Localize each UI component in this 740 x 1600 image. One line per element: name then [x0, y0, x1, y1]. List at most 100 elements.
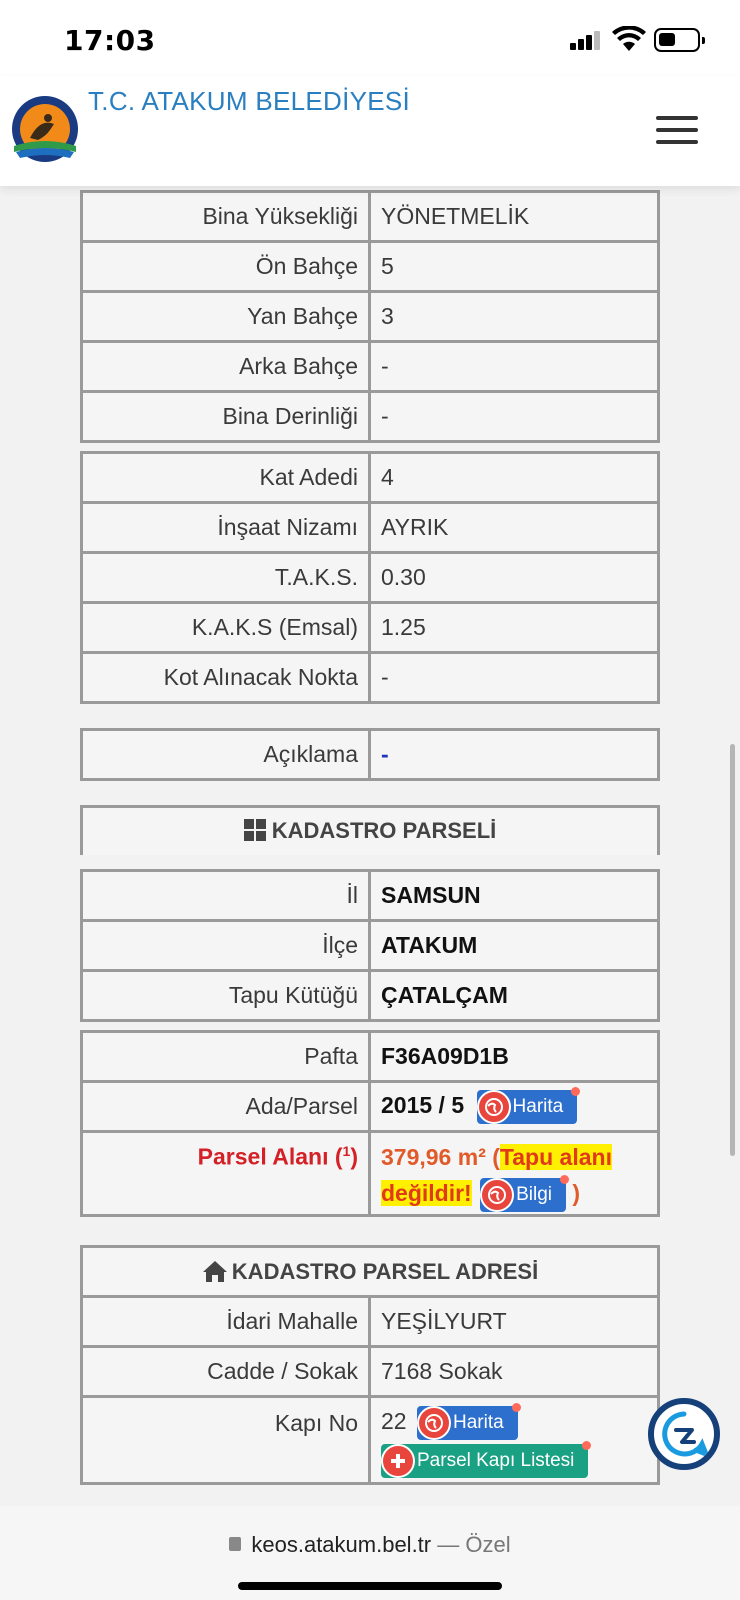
globe-icon: [476, 1089, 511, 1124]
table-row: Ön Bahçe 5: [80, 240, 660, 293]
row-value: 2015 / 5: [381, 1091, 465, 1118]
row-label: Kot Alınacak Nokta: [80, 651, 371, 704]
table-row: Parsel Alanı (1) 379,96 m² (Tapu alanı d…: [80, 1130, 660, 1217]
status-time: 17:03: [64, 24, 156, 57]
table-row: Cadde / Sokak 7168 Sokak: [80, 1345, 660, 1398]
row-label: Ada/Parsel: [80, 1080, 371, 1133]
row-value: YÖNETMELİK: [368, 190, 660, 243]
row-value: 3: [368, 290, 660, 343]
row-value: 4: [368, 451, 660, 504]
row-label: Kapı No: [80, 1395, 371, 1485]
site-header: T.C. ATAKUM BELEDİYESİ: [0, 76, 740, 186]
parcel-door-list-button[interactable]: Parsel Kapı Listesi: [381, 1440, 592, 1478]
row-label: Tapu Kütüğü: [80, 969, 371, 1022]
tapu-note-2: değildir!: [381, 1180, 472, 1207]
row-value: F36A09D1B: [368, 1030, 660, 1083]
row-value: AYRIK: [368, 501, 660, 554]
url-separator: —: [431, 1532, 466, 1557]
row-label: İl: [80, 869, 371, 922]
harita-button[interactable]: Harita: [476, 1086, 581, 1124]
cadastre-parcel-table: Pafta F36A09D1B Ada/Parsel 2015 / 5 Hari…: [80, 1030, 660, 1217]
battery-icon: [654, 28, 705, 52]
row-value: 5: [368, 240, 660, 293]
table-row: T.A.K.S. 0.30: [80, 551, 660, 604]
row-value: 22: [381, 1408, 407, 1434]
parcel-area-label-end: ): [350, 1143, 358, 1170]
home-indicator[interactable]: [238, 1582, 502, 1590]
row-label: K.A.K.S (Emsal): [80, 601, 371, 654]
table-row: Pafta F36A09D1B: [80, 1030, 660, 1083]
url-text: keos.atakum.bel.tr: [251, 1532, 432, 1557]
globe-icon: [480, 1177, 515, 1212]
address-field[interactable]: keos.atakum.bel.tr — Özel: [0, 1532, 740, 1558]
tapu-note-1: Tapu alanı: [499, 1144, 612, 1171]
table-row: Yan Bahçe 3: [80, 290, 660, 343]
parcel-area-value: 379,96 m²: [381, 1144, 486, 1171]
description-table: Açıklama -: [80, 728, 660, 781]
kadastro-section-title: KADASTRO PARSELİ: [80, 805, 660, 855]
cellular-signal-icon: [570, 30, 604, 50]
bilgi-button-label: Bilgi: [516, 1183, 553, 1205]
paren-open: (: [492, 1144, 500, 1171]
zoning-table: Kat Adedi 4 İnşaat Nizamı AYRIK T.A.K.S.…: [80, 451, 660, 704]
row-label: Açıklama: [80, 728, 371, 781]
harita-button-label: Harita: [452, 1411, 504, 1433]
row-value: ÇATALÇAM: [368, 969, 660, 1022]
table-row: Arka Bahçe -: [80, 340, 660, 393]
address-section-title: KADASTRO PARSEL ADRESİ: [80, 1245, 660, 1298]
table-row: Kot Alınacak Nokta -: [80, 651, 660, 704]
lock-icon: [229, 1537, 242, 1552]
plus-circle-icon: [381, 1443, 415, 1478]
table-row: Bina Derinliği -: [80, 390, 660, 443]
harita-button-label: Harita: [512, 1095, 564, 1117]
table-row: İl SAMSUN: [80, 869, 660, 922]
table-row: İdari Mahalle YEŞİLYURT: [80, 1295, 660, 1348]
row-label: Cadde / Sokak: [80, 1345, 371, 1398]
cadastre-location-table: İl SAMSUN İlçe ATAKUM Tapu Kütüğü ÇATALÇ…: [80, 869, 660, 1022]
row-value: -: [368, 390, 660, 443]
paren-close: ): [572, 1180, 581, 1207]
section-title-text: KADASTRO PARSEL ADRESİ: [231, 1258, 539, 1284]
row-value: ATAKUM: [368, 919, 660, 972]
bilgi-button[interactable]: Bilgi: [480, 1174, 570, 1212]
building-table: Bina Yüksekliği YÖNETMELİK Ön Bahçe 5 Ya…: [80, 190, 660, 443]
browser-url-bar[interactable]: keos.atakum.bel.tr — Özel: [0, 1506, 740, 1600]
private-mode-label: Özel: [465, 1532, 511, 1557]
row-label: Arka Bahçe: [80, 340, 371, 393]
globe-icon: [416, 1405, 451, 1440]
status-bar: 17:03: [0, 0, 740, 76]
row-value: SAMSUN: [368, 869, 660, 922]
home-icon: [202, 1260, 227, 1282]
menu-icon[interactable]: [656, 116, 698, 146]
row-label: İdari Mahalle: [80, 1295, 371, 1348]
table-row: Tapu Kütüğü ÇATALÇAM: [80, 969, 660, 1022]
parcel-door-list-label: Parsel Kapı Listesi: [417, 1449, 575, 1471]
atakum-logo-icon[interactable]: [10, 94, 80, 164]
row-value: 7168 Sokak: [368, 1345, 660, 1398]
chat-assistant-icon[interactable]: [648, 1398, 720, 1470]
row-label: Kat Adedi: [80, 451, 371, 504]
table-row: Kapı No 22 Harita Parsel Kapı Listesi: [80, 1395, 660, 1485]
parcel-area-label: Parsel Alanı (: [197, 1143, 343, 1170]
row-value: 0.30: [368, 551, 660, 604]
row-label: Yan Bahçe: [80, 290, 371, 343]
row-label: İlçe: [80, 919, 371, 972]
row-label: Pafta: [80, 1030, 371, 1083]
table-row: Ada/Parsel 2015 / 5 Harita: [80, 1080, 660, 1133]
row-value: 1.25: [368, 601, 660, 654]
site-title[interactable]: T.C. ATAKUM BELEDİYESİ: [88, 86, 410, 117]
section-title-text: KADASTRO PARSELİ: [271, 818, 497, 843]
description-value: -: [381, 741, 389, 767]
row-label: T.A.K.S.: [80, 551, 371, 604]
row-label: İnşaat Nizamı: [80, 501, 371, 554]
table-row: Kat Adedi 4: [80, 451, 660, 504]
page-scrollbar[interactable]: [730, 744, 735, 1156]
table-row: Açıklama -: [80, 728, 660, 781]
row-value: YEŞİLYURT: [368, 1295, 660, 1348]
row-label: Bina Yüksekliği: [80, 190, 371, 243]
table-row: İnşaat Nizamı AYRIK: [80, 501, 660, 554]
table-row: K.A.K.S (Emsal) 1.25: [80, 601, 660, 654]
harita-button[interactable]: Harita: [416, 1402, 521, 1440]
main-content: Bina Yüksekliği YÖNETMELİK Ön Bahçe 5 Ya…: [80, 190, 660, 1493]
address-table: KADASTRO PARSEL ADRESİ İdari Mahalle YEŞ…: [80, 1245, 660, 1485]
